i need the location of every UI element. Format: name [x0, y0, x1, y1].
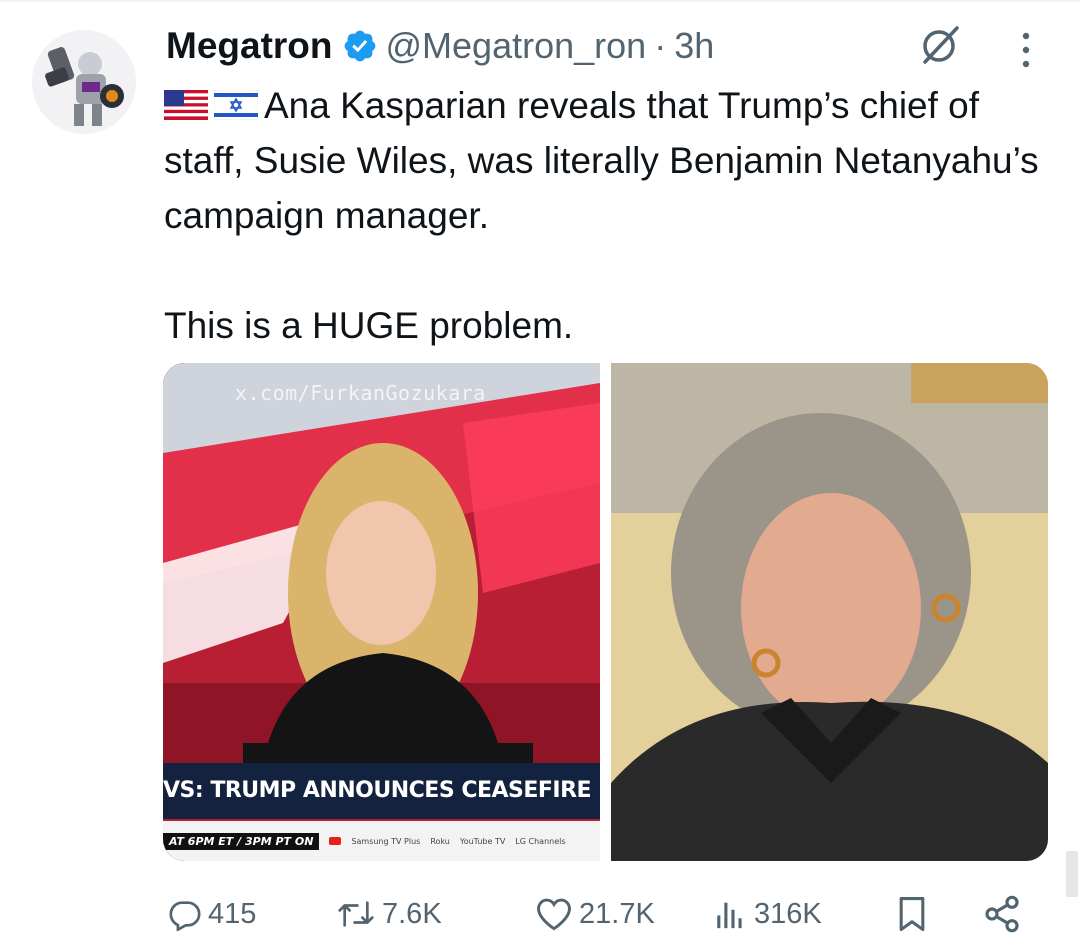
- news-lower-third: VS: TRUMP ANNOUNCES CEASEFIRE EXTE: [163, 763, 600, 819]
- repost-count: 7.6K: [382, 897, 442, 930]
- like-count: 21.7K: [579, 897, 655, 930]
- like-button[interactable]: 21.7K: [535, 884, 655, 944]
- bookmark-button[interactable]: [895, 884, 929, 944]
- tweet-header: Megatron @Megatron_ron · 3h: [166, 22, 714, 70]
- views-count: 316K: [754, 897, 822, 930]
- share-button[interactable]: [982, 884, 1022, 944]
- author-name[interactable]: Megatron: [166, 25, 333, 67]
- ticker-logo-4: LG Channels: [515, 836, 566, 846]
- media-video-thumbnail[interactable]: x.com/FurkanGozukara VS: TRUMP ANNOUNCES…: [163, 363, 600, 861]
- ticker-logo-1: Samsung TV Plus: [351, 836, 421, 846]
- youtube-logo-icon: [329, 837, 342, 845]
- ticker-logo-2: Roku: [430, 836, 450, 846]
- avatar[interactable]: [32, 30, 136, 134]
- repost-button[interactable]: 7.6K: [336, 884, 442, 944]
- reply-button[interactable]: 415: [168, 884, 256, 944]
- ticker-time: AT 6PM ET / 3PM PT ON: [163, 832, 320, 850]
- israel-flag-icon: [214, 90, 258, 121]
- portrait-image: [611, 363, 1048, 861]
- watermark-text: x.com/FurkanGozukara: [235, 381, 486, 405]
- author-handle[interactable]: @Megatron_ron: [386, 25, 647, 67]
- verified-badge-icon: [344, 30, 375, 62]
- news-ticker: AT 6PM ET / 3PM PT ON Samsung TV Plus Ro…: [163, 821, 600, 861]
- timestamp[interactable]: 3h: [674, 25, 714, 67]
- share-icon: [985, 895, 1019, 933]
- views-icon: [717, 902, 742, 929]
- media-grid: x.com/FurkanGozukara VS: TRUMP ANNOUNCES…: [163, 363, 1048, 861]
- views-button[interactable]: 316K: [712, 884, 822, 944]
- tweet-text-main: Ana Kasparian reveals that Trump’s chief…: [164, 85, 1039, 236]
- heart-icon: [537, 898, 571, 931]
- grok-icon[interactable]: [917, 22, 963, 68]
- reply-icon: [169, 901, 201, 931]
- scrollbar[interactable]: [1066, 851, 1078, 897]
- ticker-logo-3: YouTube TV: [459, 836, 506, 846]
- media-photo[interactable]: [611, 363, 1048, 861]
- repost-icon: [338, 901, 374, 927]
- separator-dot: ·: [654, 25, 667, 66]
- top-divider: [0, 0, 1080, 2]
- tweet-text-secondary: This is a HUGE problem.: [164, 305, 574, 346]
- bookmark-icon: [899, 897, 925, 931]
- tweet-actions: 415 7.6K 21.7K 316K: [0, 884, 1080, 944]
- more-options-icon[interactable]: [1014, 30, 1038, 72]
- reply-count: 415: [208, 897, 257, 930]
- us-flag-icon: [164, 90, 208, 121]
- robot-avatar-icon: [32, 30, 136, 134]
- tweet-text: Ana Kasparian reveals that Trump’s chief…: [164, 78, 1044, 353]
